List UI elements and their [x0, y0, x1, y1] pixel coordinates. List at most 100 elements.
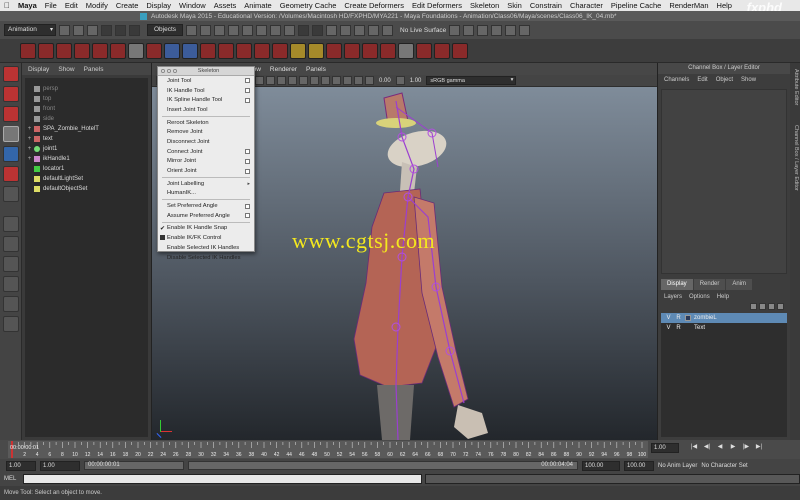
go-to-end-icon[interactable]: ▶|: [755, 443, 763, 452]
shelf-tool-icon[interactable]: [38, 42, 54, 59]
play-forwards-icon[interactable]: ▶: [729, 443, 737, 452]
step-back-icon[interactable]: ◀|: [703, 443, 711, 452]
tab-anim[interactable]: Anim: [726, 279, 753, 290]
safe-action-icon[interactable]: [255, 76, 264, 85]
skeleton-menu-item[interactable]: IK Spline Handle Tool: [158, 95, 254, 105]
visibility-toggle[interactable]: V: [665, 325, 672, 331]
skeleton-menu-item[interactable]: Reroot Skeleton: [158, 118, 254, 128]
menu-create[interactable]: Create: [116, 1, 139, 10]
outliner-item[interactable]: defaultObjectSet: [25, 184, 148, 194]
shelf-tool-icon[interactable]: [236, 42, 252, 59]
hypershade-icon[interactable]: [519, 24, 531, 36]
select-by-handle-icon[interactable]: [186, 24, 198, 36]
outliner-item[interactable]: + ikHandle1: [25, 154, 148, 164]
display-type-toggle[interactable]: R: [675, 325, 682, 331]
render-frame-icon[interactable]: [477, 24, 489, 36]
outliner-item[interactable]: side: [25, 114, 148, 124]
close-window-icon[interactable]: [161, 69, 165, 73]
xray-icon[interactable]: [343, 76, 352, 85]
exposure-icon[interactable]: [365, 76, 374, 85]
option-box-icon[interactable]: [245, 78, 250, 84]
attribute-editor-tab[interactable]: Attribute Editor: [791, 69, 799, 105]
channel-menu-show[interactable]: Show: [741, 77, 756, 83]
channel-menu-channels[interactable]: Channels: [664, 77, 689, 83]
scale-tool-icon[interactable]: [2, 166, 19, 182]
skeleton-menu-item[interactable]: Enable IK/FK Control: [158, 233, 254, 243]
skeleton-menu-item[interactable]: Enable Selected IK Handles: [158, 243, 254, 253]
shelf-tool-icon[interactable]: [218, 42, 234, 59]
mel-label[interactable]: MEL: [4, 476, 20, 482]
shelf-tool-icon[interactable]: [200, 42, 216, 59]
animation-start-field[interactable]: 1.00: [6, 460, 36, 471]
persp-outliner-layout-icon[interactable]: [2, 256, 19, 272]
shelf-tool-icon[interactable]: [452, 42, 468, 59]
option-box-icon[interactable]: [245, 168, 250, 174]
character-set-dropdown[interactable]: No Character Set: [701, 463, 747, 469]
render-view-icon[interactable]: [463, 24, 475, 36]
outliner-item[interactable]: top: [25, 94, 148, 104]
single-perspective-layout-icon[interactable]: [2, 216, 19, 232]
skeleton-menu-item[interactable]: Assume Preferred Angle: [158, 211, 254, 221]
xray-joints-icon[interactable]: [354, 76, 363, 85]
shelf-tool-icon[interactable]: [344, 42, 360, 59]
save-scene-icon[interactable]: [87, 24, 98, 36]
animation-end-field[interactable]: 100.00: [624, 460, 654, 471]
select-by-surface-icon[interactable]: [228, 24, 240, 36]
menu-pipeline-cache[interactable]: Pipeline Cache: [611, 1, 661, 10]
shelf-tool-icon[interactable]: [434, 42, 450, 59]
menu-modify[interactable]: Modify: [86, 1, 108, 10]
outliner-item[interactable]: locator1: [25, 164, 148, 174]
shelf-tool-icon[interactable]: [74, 42, 90, 59]
move-tool-icon[interactable]: [2, 126, 19, 142]
render-settings-icon[interactable]: [505, 24, 517, 36]
menu-edit-deformers[interactable]: Edit Deformers: [412, 1, 462, 10]
outliner-item[interactable]: + SPA_Zombie_HotelT: [25, 124, 148, 134]
shelf-tool-icon[interactable]: [128, 42, 144, 59]
menu-edit[interactable]: Edit: [65, 1, 78, 10]
shelf-tool-icon[interactable]: [110, 42, 126, 59]
menu-display[interactable]: Display: [146, 1, 171, 10]
channel-box-tab[interactable]: Channel Box / Layer Editor: [791, 125, 799, 191]
layer-menu-help[interactable]: Help: [717, 294, 729, 300]
menu-renderman[interactable]: RenderMan: [669, 1, 708, 10]
skeleton-menu-item[interactable]: Joint Tool: [158, 76, 254, 86]
shelf-tool-icon[interactable]: [182, 42, 198, 59]
option-box-icon[interactable]: [245, 149, 250, 155]
outliner-item[interactable]: persp: [25, 84, 148, 94]
channel-menu-object[interactable]: Object: [716, 77, 733, 83]
expand-icon[interactable]: +: [25, 136, 34, 142]
outliner-menu-show[interactable]: Show: [58, 66, 74, 73]
move-layer-down-icon[interactable]: [759, 303, 766, 310]
rotate-tool-icon[interactable]: [2, 146, 19, 162]
outliner-item[interactable]: + text: [25, 134, 148, 144]
skeleton-menu-item[interactable]: Insert Joint Tool: [158, 105, 254, 115]
option-box-icon[interactable]: [245, 97, 250, 103]
select-by-deform-icon[interactable]: [242, 24, 254, 36]
option-box-icon[interactable]: [245, 213, 250, 219]
outliner-item[interactable]: + joint1: [25, 144, 148, 154]
shelf-tool-icon[interactable]: [20, 42, 36, 59]
menu-assets[interactable]: Assets: [214, 1, 237, 10]
move-layer-up-icon[interactable]: [750, 303, 757, 310]
skeleton-menu-item[interactable]: HumanIK...: [158, 189, 254, 199]
shelf-tool-icon[interactable]: [398, 42, 414, 59]
ipr-render-icon[interactable]: [491, 24, 503, 36]
viewport-menu-panels[interactable]: Panels: [306, 66, 326, 73]
minimize-window-icon[interactable]: [167, 69, 171, 73]
channel-box-body[interactable]: [661, 89, 787, 274]
playback-start-field[interactable]: 1.00: [40, 460, 80, 471]
shelf-tool-icon[interactable]: [92, 42, 108, 59]
outliner-menu-display[interactable]: Display: [28, 66, 49, 73]
select-by-joint-icon[interactable]: [200, 24, 212, 36]
new-empty-layer-icon[interactable]: [768, 303, 775, 310]
apple-icon[interactable]: : [4, 1, 14, 10]
playback-end-field[interactable]: 100.00: [582, 460, 620, 471]
select-by-curve-icon[interactable]: [214, 24, 226, 36]
shelf-tool-icon[interactable]: [272, 42, 288, 59]
current-frame-field[interactable]: 1.00: [651, 443, 679, 453]
select-object-icon[interactable]: [115, 24, 126, 36]
option-box-icon[interactable]: [245, 88, 250, 94]
menu-animate[interactable]: Animate: [244, 1, 272, 10]
shelf-tool-icon[interactable]: [290, 42, 306, 59]
skeleton-menu-item[interactable]: Orient Joint: [158, 166, 254, 176]
